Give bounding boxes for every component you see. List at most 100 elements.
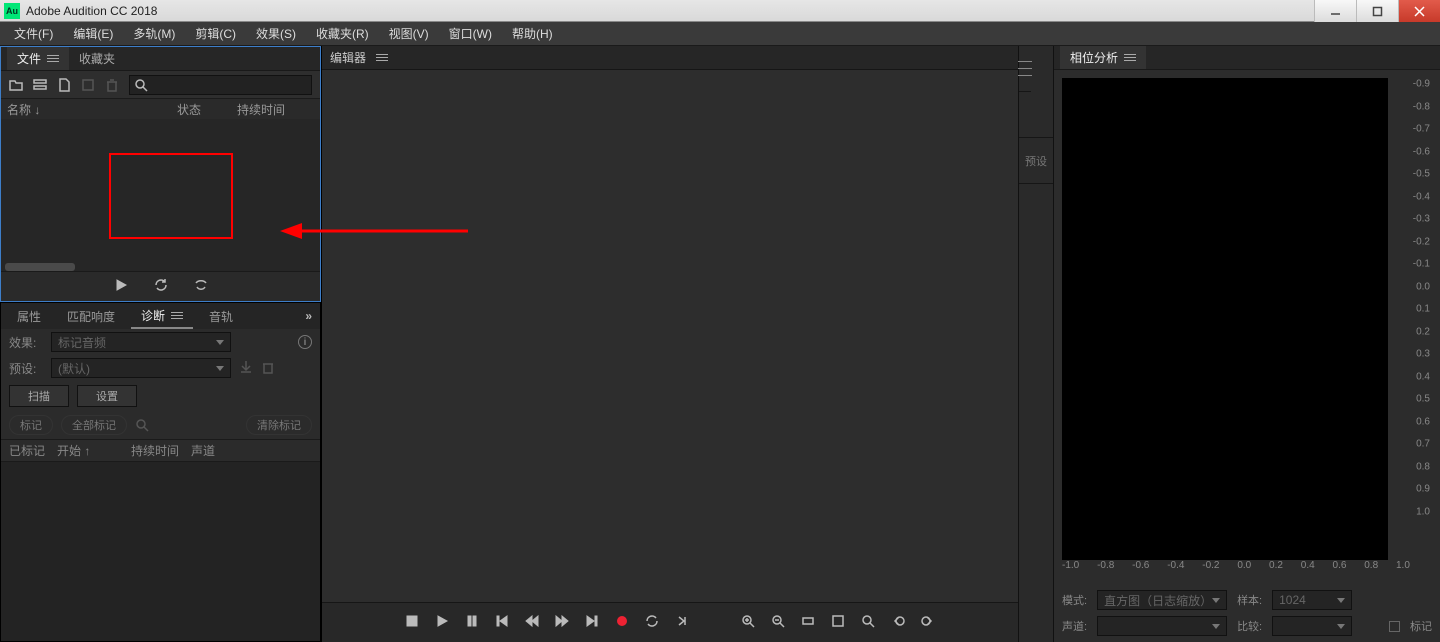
- preview-play-icon[interactable]: [114, 278, 128, 295]
- th-marked[interactable]: 已标记: [9, 442, 57, 459]
- horiz-scrollbar[interactable]: [5, 263, 75, 271]
- delete-preset-icon[interactable]: [261, 360, 275, 377]
- import-icon[interactable]: [81, 78, 95, 92]
- forward-icon[interactable]: [555, 614, 569, 631]
- th-duration[interactable]: 持续时间: [131, 442, 191, 459]
- x-tick: 1.0: [1396, 560, 1410, 580]
- zoom-right-icon[interactable]: [921, 614, 935, 631]
- y-tick: 0.2: [1416, 326, 1430, 337]
- scan-button[interactable]: 扫描: [9, 385, 69, 407]
- side-menu-icon[interactable]: [1019, 46, 1031, 92]
- phase-x-axis: -1.0-0.8-0.6-0.4-0.20.00.20.40.60.81.0: [1062, 560, 1432, 580]
- pause-icon[interactable]: [465, 614, 479, 631]
- zoom-left-icon[interactable]: [891, 614, 905, 631]
- effect-select[interactable]: 标记音频: [51, 332, 231, 352]
- stop-icon[interactable]: [405, 614, 419, 631]
- tab-favorites[interactable]: 收藏夹: [69, 47, 125, 70]
- new-multitrack-icon[interactable]: [33, 78, 47, 92]
- side-preset-label[interactable]: 预设: [1019, 138, 1053, 184]
- mark-button[interactable]: 标记: [9, 415, 53, 435]
- col-status[interactable]: 状态: [177, 101, 237, 118]
- phase-tabs: 相位分析: [1054, 46, 1440, 70]
- mark-all-button[interactable]: 全部标记: [61, 415, 127, 435]
- preset-row: 预设: (默认): [1, 355, 320, 381]
- tab-files-label: 文件: [17, 50, 41, 67]
- menu-help[interactable]: 帮助(H): [502, 22, 563, 45]
- menu-view[interactable]: 视图(V): [379, 22, 439, 45]
- panel-menu-icon[interactable]: [1124, 54, 1136, 61]
- zoom-out-icon[interactable]: [771, 614, 785, 631]
- samples-select[interactable]: 1024: [1272, 590, 1352, 610]
- preset-select[interactable]: (默认): [51, 358, 231, 378]
- search-icon: [134, 78, 148, 92]
- menu-edit[interactable]: 编辑(E): [63, 22, 123, 45]
- tab-loudness[interactable]: 匹配响度: [57, 303, 125, 329]
- loop-icon[interactable]: [154, 278, 168, 295]
- zoom-sel-icon[interactable]: [831, 614, 845, 631]
- tab-phase[interactable]: 相位分析: [1060, 46, 1146, 69]
- transport-bar: [322, 602, 1018, 642]
- col-duration[interactable]: 持续时间: [237, 101, 320, 118]
- play-icon[interactable]: [435, 614, 449, 631]
- effect-row: 效果: 标记音频 i: [1, 329, 320, 355]
- info-icon[interactable]: i: [298, 335, 312, 349]
- save-preset-icon[interactable]: [239, 360, 253, 377]
- menu-file[interactable]: 文件(F): [4, 22, 63, 45]
- loop-toggle-icon[interactable]: [645, 614, 659, 631]
- col-name[interactable]: 名称 ↓: [7, 101, 177, 118]
- new-file-icon[interactable]: [57, 78, 71, 92]
- more-tabs-icon[interactable]: »: [305, 309, 312, 323]
- zoom-in-icon[interactable]: [741, 614, 755, 631]
- panel-menu-icon[interactable]: [171, 312, 183, 319]
- close-button[interactable]: [1398, 0, 1440, 22]
- y-tick: 0.7: [1416, 439, 1430, 450]
- panel-menu-icon[interactable]: [376, 54, 388, 61]
- editor-title: 编辑器: [330, 49, 366, 66]
- rewind-icon[interactable]: [525, 614, 539, 631]
- mode-select[interactable]: 直方图（日志缩放）: [1097, 590, 1227, 610]
- menu-favorites[interactable]: 收藏夹(R): [306, 22, 379, 45]
- phase-plot[interactable]: [1062, 78, 1388, 560]
- skip-icon[interactable]: [675, 614, 689, 631]
- menu-multitrack[interactable]: 多轨(M): [123, 22, 185, 45]
- trash-icon[interactable]: [105, 78, 119, 92]
- tab-files[interactable]: 文件: [7, 47, 69, 70]
- compare-label: 比较:: [1237, 618, 1262, 634]
- editor-header: 编辑器: [322, 46, 1018, 70]
- preset-label: 预设:: [9, 360, 43, 377]
- mark-checkbox-label: 标记: [1410, 618, 1432, 634]
- tab-diagnostics[interactable]: 诊断: [131, 303, 193, 329]
- open-file-icon[interactable]: [9, 78, 23, 92]
- zoom-fit-icon[interactable]: [801, 614, 815, 631]
- menu-effects[interactable]: 效果(S): [246, 22, 306, 45]
- panel-menu-icon[interactable]: [47, 55, 59, 62]
- minimize-button[interactable]: [1314, 0, 1356, 22]
- search-input[interactable]: [129, 75, 312, 95]
- prev-icon[interactable]: [495, 614, 509, 631]
- maximize-button[interactable]: [1356, 0, 1398, 22]
- tab-properties[interactable]: 属性: [7, 303, 51, 329]
- editor-body[interactable]: [322, 70, 1018, 602]
- next-icon[interactable]: [585, 614, 599, 631]
- autoplay-icon[interactable]: [194, 278, 208, 295]
- channel-select[interactable]: [1097, 616, 1227, 636]
- side-blank: [1019, 92, 1053, 138]
- mark-checkbox[interactable]: [1389, 621, 1400, 632]
- x-tick: 0.8: [1364, 560, 1378, 580]
- channel-label: 声道:: [1062, 618, 1087, 634]
- zoom-in-time-icon[interactable]: [861, 614, 875, 631]
- diag-table-body[interactable]: [1, 462, 320, 641]
- search-icon[interactable]: [135, 418, 149, 432]
- menu-window[interactable]: 窗口(W): [439, 22, 502, 45]
- th-start[interactable]: 开始 ↑: [57, 442, 131, 459]
- compare-select[interactable]: [1272, 616, 1352, 636]
- files-footer: [1, 271, 320, 301]
- y-tick: -0.3: [1413, 214, 1430, 225]
- files-list[interactable]: [1, 119, 320, 271]
- tab-tracks[interactable]: 音轨: [199, 303, 243, 329]
- settings-button[interactable]: 设置: [77, 385, 137, 407]
- record-icon[interactable]: [615, 614, 629, 631]
- th-channel[interactable]: 声道: [191, 442, 312, 459]
- clear-marks-button[interactable]: 清除标记: [246, 415, 312, 435]
- menu-clip[interactable]: 剪辑(C): [185, 22, 246, 45]
